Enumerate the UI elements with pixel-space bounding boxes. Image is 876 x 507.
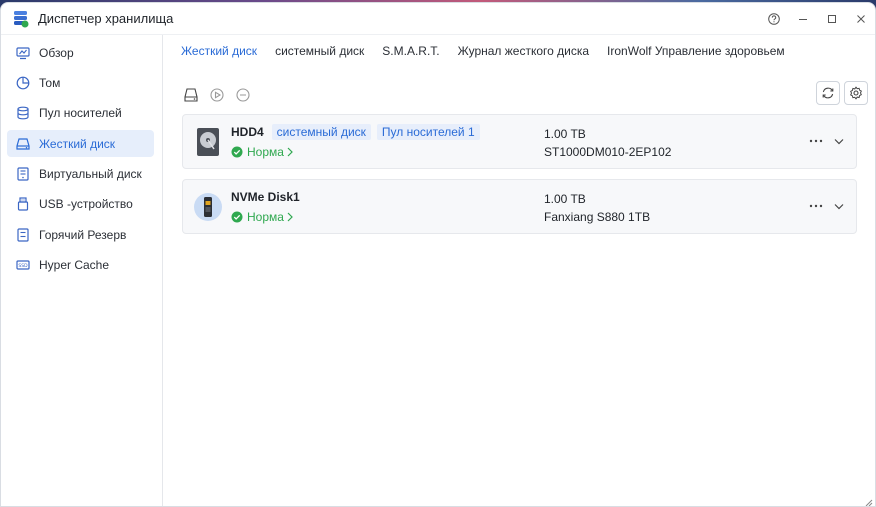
resize-grip-icon[interactable] bbox=[863, 496, 873, 506]
chevron-right-icon bbox=[286, 212, 294, 222]
chevron-down-icon[interactable] bbox=[832, 198, 846, 214]
minimize-icon[interactable] bbox=[788, 3, 817, 34]
remove-icon[interactable] bbox=[235, 87, 251, 103]
toolbar bbox=[163, 81, 875, 109]
sidebar-item-label: Hyper Cache bbox=[39, 258, 110, 273]
sidebar-item-label: Жесткий диск bbox=[39, 136, 116, 151]
tab-system-disk[interactable]: системный диск bbox=[275, 44, 364, 58]
tab-ironwolf-health[interactable]: IronWolf Управление здоровьем bbox=[607, 44, 785, 58]
overview-icon bbox=[16, 46, 30, 60]
sidebar-item-label: Виртуальный диск bbox=[39, 167, 142, 182]
chevron-right-icon bbox=[286, 147, 294, 157]
more-options-icon[interactable] bbox=[808, 133, 824, 149]
disk-card[interactable]: HDD4 системный диск Пул носителей 1 Норм… bbox=[182, 114, 857, 169]
sidebar-item-hyper-cache[interactable]: SSD Hyper Cache bbox=[7, 252, 154, 279]
disk-capacity: 1.00 TB bbox=[544, 192, 586, 206]
more-options-icon[interactable] bbox=[808, 198, 824, 214]
sidebar-item-volume[interactable]: Том bbox=[7, 69, 154, 96]
disk-status[interactable]: Норма bbox=[231, 208, 308, 226]
toolbar-right bbox=[812, 81, 868, 105]
disk-name: HDD4 bbox=[231, 124, 264, 139]
disk-tag-pool[interactable]: Пул носителей 1 bbox=[376, 123, 480, 140]
gear-icon bbox=[850, 86, 862, 100]
disk-card[interactable]: NVMe Disk1 Норма 1.00 TB Fanxiang S880 1… bbox=[182, 179, 857, 234]
tab-smart[interactable]: S.M.A.R.T. bbox=[382, 44, 439, 58]
storage-manager-window: Диспетчер хранилища Обзор Том Пул носите… bbox=[0, 2, 876, 507]
volume-icon bbox=[16, 76, 30, 90]
chevron-down-icon[interactable] bbox=[832, 133, 846, 149]
hdd-thumbnail-icon bbox=[193, 127, 223, 157]
storage-manager-app-icon bbox=[13, 10, 29, 28]
disk-status-label: Норма bbox=[247, 144, 284, 159]
hard-disk-icon bbox=[16, 137, 30, 151]
sidebar-item-label: Горячий Резерв bbox=[39, 227, 127, 242]
maximize-icon[interactable] bbox=[817, 3, 846, 34]
sidebar-item-label: Пул носителей bbox=[39, 106, 122, 121]
tab-hard-disk[interactable]: Жесткий диск bbox=[181, 44, 257, 58]
refresh-button[interactable] bbox=[816, 81, 840, 105]
tab-bar: Жесткий диск системный диск S.M.A.R.T. Ж… bbox=[163, 35, 875, 67]
hot-spare-icon bbox=[16, 228, 30, 242]
disk-model: Fanxiang S880 1TB bbox=[544, 210, 651, 224]
nvme-thumbnail-icon bbox=[193, 192, 223, 222]
help-icon[interactable] bbox=[759, 3, 788, 34]
usb-icon bbox=[16, 197, 30, 212]
window-controls bbox=[759, 3, 875, 34]
title-bar: Диспетчер хранилища bbox=[1, 3, 875, 35]
sidebar-item-hard-disk[interactable]: Жесткий диск bbox=[7, 130, 154, 158]
tab-disk-log[interactable]: Журнал жесткого диска bbox=[458, 44, 589, 58]
sidebar-item-overview[interactable]: Обзор bbox=[7, 39, 154, 66]
disk-status[interactable]: Норма bbox=[231, 143, 486, 161]
virtual-disk-icon bbox=[16, 167, 30, 181]
sidebar-item-label: Обзор bbox=[39, 45, 74, 60]
disk-info-icon[interactable] bbox=[183, 87, 199, 103]
sidebar-item-usb[interactable]: USB -устройство bbox=[7, 191, 154, 218]
disk-name: NVMe Disk1 bbox=[231, 189, 300, 204]
check-circle-icon bbox=[231, 146, 243, 158]
sidebar-item-hot-spare[interactable]: Горячий Резерв bbox=[7, 221, 154, 248]
disk-capacity: 1.00 TB bbox=[544, 127, 586, 141]
close-icon[interactable] bbox=[846, 3, 875, 34]
disk-list: HDD4 системный диск Пул носителей 1 Норм… bbox=[182, 114, 857, 244]
storage-pool-icon bbox=[16, 106, 30, 120]
play-icon[interactable] bbox=[209, 87, 225, 103]
sidebar: Обзор Том Пул носителей Жесткий диск Вир… bbox=[1, 35, 163, 506]
ssd-cache-icon: SSD bbox=[16, 258, 30, 272]
disk-model: ST1000DM010-2EP102 bbox=[544, 145, 672, 159]
disk-tag-system: системный диск bbox=[271, 123, 371, 140]
sidebar-item-virtual-disk[interactable]: Виртуальный диск bbox=[7, 161, 154, 188]
check-circle-icon bbox=[231, 211, 243, 223]
svg-text:SSD: SSD bbox=[18, 263, 28, 269]
main-content: Жесткий диск системный диск S.M.A.R.T. Ж… bbox=[163, 35, 875, 506]
sidebar-item-label: Том bbox=[39, 75, 61, 90]
sidebar-item-storage-pool[interactable]: Пул носителей bbox=[7, 100, 154, 127]
disk-status-label: Норма bbox=[247, 209, 284, 224]
refresh-icon bbox=[822, 87, 834, 99]
window-title: Диспетчер хранилища bbox=[38, 11, 174, 26]
settings-button[interactable] bbox=[844, 81, 868, 105]
sidebar-item-label: USB -устройство bbox=[39, 197, 133, 212]
